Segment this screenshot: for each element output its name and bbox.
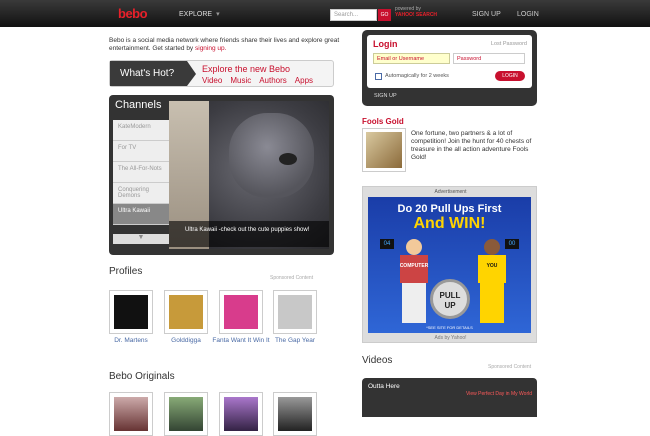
channels-title: Channels (115, 99, 162, 111)
apps-link[interactable]: Apps (295, 76, 313, 85)
signup-link[interactable]: SIGN UP (472, 11, 501, 18)
profile-thumb-dr-martens[interactable] (109, 290, 153, 334)
videos-sponsored-label: Sponsored Content (488, 364, 532, 370)
login-title: Login (373, 39, 398, 49)
profile-thumb-golddigga[interactable] (164, 290, 208, 334)
puppy-image (229, 113, 314, 198)
video-panel[interactable]: Outta Here View Perfect Day in My World (362, 378, 537, 417)
explore-label: EXPLORE (179, 11, 213, 18)
advertisement: Advertisement Do 20 Pull Ups First And W… (362, 186, 537, 343)
password-field[interactable]: Password (453, 53, 525, 64)
figure-head (484, 239, 500, 255)
you-tag: YOU (486, 263, 498, 269)
whats-hot-banner: What's Hot? Explore the new Bebo Video Mu… (109, 60, 334, 87)
videos-title: Videos (362, 355, 393, 366)
figure-body (400, 255, 428, 283)
profile-label-gap-year[interactable]: The Gap Year (265, 337, 325, 345)
ad-label: Advertisement (434, 189, 467, 195)
pull-up-button[interactable]: PULL UP (430, 279, 470, 319)
original-thumb[interactable] (219, 392, 263, 436)
profile-label-dr-martens[interactable]: Dr. Martens (101, 337, 161, 345)
intro-text: Bebo is a social media network where fri… (109, 37, 354, 53)
signing-up-link[interactable]: signing up. (195, 45, 226, 52)
email-field[interactable]: Email or Username (373, 53, 450, 64)
bebo-logo[interactable]: bebo (118, 6, 158, 21)
remember-checkbox[interactable] (375, 73, 382, 80)
video-link[interactable]: Video (202, 76, 222, 85)
profile-thumb-gap-year[interactable] (273, 290, 317, 334)
login-link[interactable]: LOGIN (517, 11, 539, 18)
profiles-sponsored-label: Sponsored Content (270, 275, 314, 281)
top-navigation-bar: bebo EXPLORE ▾ Search... GO powered by YAH… (0, 0, 650, 27)
profile-thumb-fanta[interactable] (219, 290, 263, 334)
channels-widget: Channels KateModern For TV The All-For-N… (109, 95, 334, 255)
original-image (114, 397, 148, 431)
channel-item-katemodern[interactable]: KateModern (113, 120, 169, 141)
fools-gold-description: One fortune, two partners & a lot of com… (411, 130, 532, 161)
ad-banner[interactable]: Do 20 Pull Ups First And WIN! 04 00 COMP… (368, 197, 531, 333)
authors-link[interactable]: Authors (259, 76, 287, 85)
channel-caption[interactable]: Ultra Kawaii -check out the cute puppies… (169, 221, 329, 247)
signup-link[interactable]: SIGN UP (374, 93, 397, 99)
channel-item-all-for-nots[interactable]: The All-For-Nots (113, 162, 169, 183)
computer-counter: 04 (380, 239, 394, 249)
lost-password-link[interactable]: Lost Password (491, 41, 527, 47)
you-figure: YOU (474, 239, 510, 323)
computer-figure: COMPUTER (396, 239, 432, 323)
figure-body (478, 255, 506, 283)
profile-image (169, 295, 203, 329)
profiles-title: Profiles (109, 266, 143, 277)
whats-hot-label: What's Hot? (110, 61, 187, 86)
channel-item-conquering-demons[interactable]: Conquering Demons (113, 183, 169, 204)
original-thumb[interactable] (164, 392, 208, 436)
bebo-originals-title: Bebo Originals (109, 371, 175, 382)
original-image (224, 397, 258, 431)
ad-headline: Do 20 Pull Ups First (397, 203, 502, 215)
figure-legs (402, 283, 426, 323)
original-image (169, 397, 203, 431)
figure-head (406, 239, 422, 255)
video-view-link[interactable]: View Perfect Day in My World (466, 391, 532, 397)
search-go-button[interactable]: GO (378, 9, 391, 21)
login-panel: Login Lost Password Email or Username Pa… (362, 30, 537, 106)
remember-label: Automagically for 2 weeks (385, 73, 449, 79)
chevron-down-icon: ▾ (216, 11, 220, 18)
music-link[interactable]: Music (230, 76, 251, 85)
channels-list: KateModern For TV The All-For-Nots Conqu… (113, 120, 169, 225)
figure-legs (480, 283, 504, 323)
login-button[interactable]: LOGIN (495, 71, 525, 81)
login-form: Login Lost Password Email or Username Pa… (367, 35, 532, 88)
explore-new-bebo-link[interactable]: Explore the new Bebo (202, 64, 290, 74)
arrow-right-icon (187, 61, 196, 86)
puppy-nose (279, 153, 297, 165)
channel-item-ultra-kawaii[interactable]: Ultra Kawaii (113, 204, 169, 225)
chevron-down-icon[interactable]: ▼ (113, 234, 169, 244)
ads-by-yahoo[interactable]: Ads by Yahoo! (363, 335, 538, 341)
profile-image (114, 295, 148, 329)
whats-hot-links: Video Music Authors Apps (202, 76, 321, 85)
computer-tag: COMPUTER (399, 263, 429, 269)
original-thumb[interactable] (273, 392, 317, 436)
fools-gold-thumb[interactable] (362, 128, 406, 172)
profile-image (278, 295, 312, 329)
original-image (278, 397, 312, 431)
ad-footer: *SEE SITE FOR DETAILS (426, 325, 473, 330)
profile-label-fanta[interactable]: Fanta Want It Win It (211, 337, 271, 345)
profile-label-golddigga[interactable]: Golddigga (156, 337, 216, 345)
video-title[interactable]: Outta Here (368, 383, 400, 390)
powered-by-label: powered by YAHOO! SEARCH (395, 6, 437, 18)
fools-gold-image (366, 132, 402, 168)
search-input[interactable]: Search... (330, 9, 377, 21)
explore-menu[interactable]: EXPLORE ▾ (179, 10, 220, 18)
yahoo-search-brand: YAHOO! SEARCH (395, 12, 438, 18)
original-thumb[interactable] (109, 392, 153, 436)
profile-image (224, 295, 258, 329)
ad-headline-win: And WIN! (413, 215, 486, 232)
fools-gold-title[interactable]: Fools Gold (362, 117, 404, 126)
channel-item-for-tv[interactable]: For TV (113, 141, 169, 162)
